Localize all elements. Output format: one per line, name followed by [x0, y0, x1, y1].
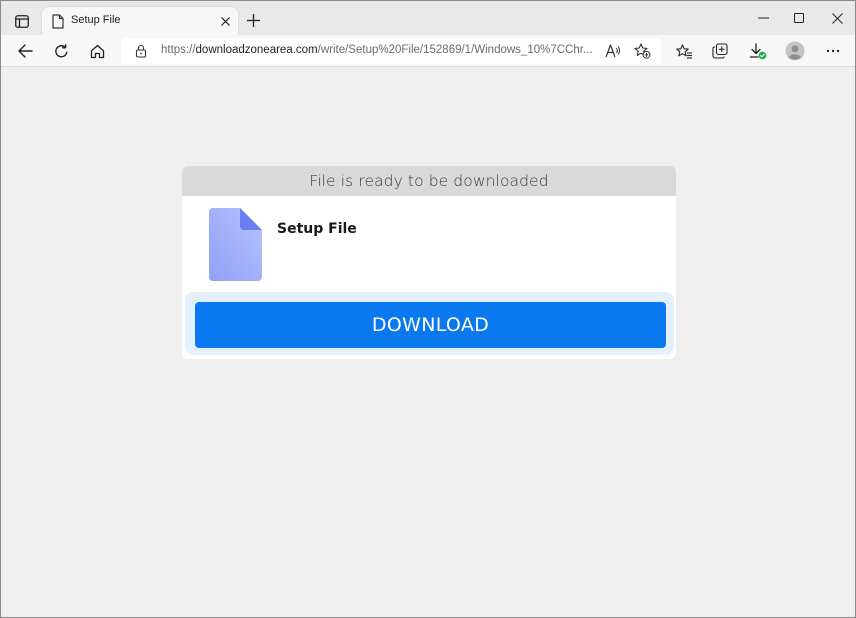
tab-actions-button[interactable] — [9, 8, 35, 34]
collections-button[interactable] — [708, 39, 732, 63]
favorites-icon — [675, 43, 692, 59]
more-menu-button[interactable] — [821, 39, 845, 63]
new-tab-button[interactable] — [244, 11, 262, 29]
back-button[interactable] — [13, 39, 37, 63]
lock-icon — [135, 44, 147, 58]
close-icon — [220, 16, 230, 26]
close-icon — [831, 12, 843, 24]
document-icon — [52, 14, 64, 29]
refresh-icon — [54, 43, 67, 57]
window-close-button[interactable] — [822, 7, 852, 29]
read-aloud-icon — [605, 44, 621, 58]
file-icon — [209, 208, 262, 281]
download-button[interactable]: DOWNLOAD — [195, 302, 666, 348]
download-button-wrapper: DOWNLOAD — [185, 292, 674, 355]
maximize-button[interactable] — [784, 7, 814, 29]
url-host: downloadzonearea.com — [195, 44, 318, 56]
download-icon — [749, 42, 767, 59]
add-favorite-button[interactable] — [633, 42, 651, 60]
favorites-button[interactable] — [672, 39, 696, 63]
minimize-icon — [757, 17, 769, 19]
maximize-icon — [794, 13, 804, 23]
tab-close-button[interactable] — [219, 15, 231, 27]
profile-avatar-icon — [785, 41, 805, 61]
more-icon — [826, 49, 840, 53]
browser-toolbar: https://downloadzonearea.com/write/Setup… — [1, 35, 855, 67]
url-path: /write/Setup%20File/152869/1/Windows_10%… — [317, 44, 593, 56]
star-plus-icon — [633, 43, 650, 59]
file-name: Setup File — [277, 221, 357, 237]
tab-actions-icon — [15, 14, 29, 28]
tab-strip: Setup File — [1, 1, 855, 35]
home-icon — [90, 44, 104, 58]
read-aloud-button[interactable] — [604, 42, 622, 60]
plus-icon — [246, 13, 260, 27]
page-viewport: File is ready to be downloaded Setup Fil… — [1, 67, 855, 617]
browser-window: Setup File https://downloadzonearea.com/… — [0, 0, 856, 618]
refresh-button[interactable] — [49, 39, 73, 63]
profile-button[interactable] — [783, 39, 807, 63]
address-bar[interactable]: https://downloadzonearea.com/write/Setup… — [121, 38, 661, 64]
home-button[interactable] — [85, 39, 109, 63]
download-card: File is ready to be downloaded Setup Fil… — [182, 166, 676, 359]
tab-title: Setup File — [71, 14, 121, 26]
url-text: https://downloadzonearea.com/write/Setup… — [161, 44, 593, 56]
card-header: File is ready to be downloaded — [182, 166, 676, 196]
downloads-button[interactable] — [746, 39, 770, 63]
tab-setup-file[interactable]: Setup File — [42, 7, 238, 35]
url-scheme: https:// — [161, 44, 196, 56]
collections-icon — [712, 43, 728, 59]
back-arrow-icon — [17, 44, 33, 58]
minimize-button[interactable] — [748, 7, 778, 29]
